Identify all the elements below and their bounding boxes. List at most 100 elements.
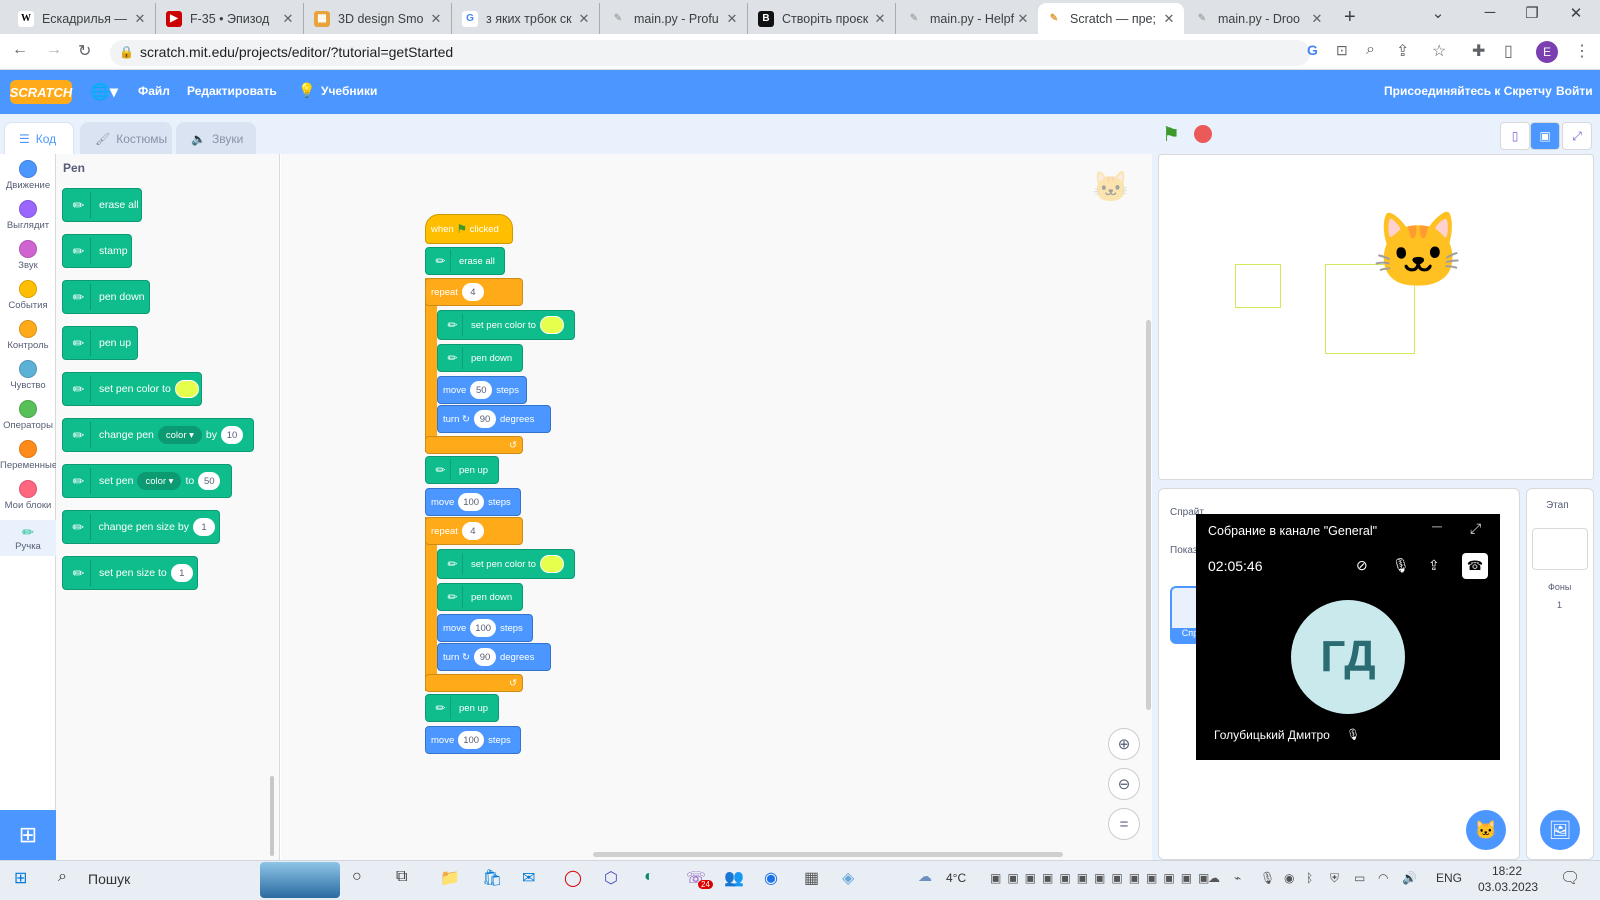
forward-icon[interactable]: →	[46, 41, 62, 59]
zoom-out-button[interactable]: ⊖	[1108, 768, 1140, 800]
scratch-logo[interactable]: SCRATCH	[10, 80, 72, 104]
block-move[interactable]: move 50 steps	[437, 376, 527, 404]
browser-tab[interactable]: ✎ main.py - Profu ✕	[602, 3, 748, 34]
block-change-pen-effect[interactable]: ✏ change pen color ▾ by 10	[62, 418, 254, 452]
value-input[interactable]: 50	[198, 472, 221, 490]
value-input[interactable]: 100	[458, 731, 485, 749]
zoom-in-button[interactable]: ⊕	[1108, 728, 1140, 760]
value-input[interactable]: 50	[470, 381, 493, 399]
color-swatch[interactable]	[539, 555, 564, 573]
hang-up-button[interactable]: ☎	[1462, 553, 1488, 579]
stop-button[interactable]	[1194, 125, 1212, 143]
network-icon[interactable]: ⌁	[1234, 871, 1241, 885]
task-view-icon[interactable]: ⧉	[396, 868, 407, 886]
block-stamp[interactable]: ✏ stamp	[62, 234, 132, 268]
category-events[interactable]: События	[0, 280, 56, 311]
expand-icon[interactable]: ⤢	[1470, 520, 1481, 537]
opera-icon[interactable]: ◯	[564, 868, 582, 888]
temperature[interactable]: 4°C	[946, 871, 966, 885]
close-icon[interactable]: ✕	[1162, 11, 1176, 27]
browser-tab[interactable]: ✎ main.py - Droo ✕	[1186, 3, 1332, 34]
normal-stage-button[interactable]: ▣	[1530, 122, 1560, 150]
block-change-pen-size[interactable]: ✏ change pen size by 1	[62, 510, 220, 544]
close-icon[interactable]: ✕	[577, 11, 591, 27]
color-swatch[interactable]	[539, 316, 564, 334]
share-screen-icon[interactable]: ⇪	[1428, 557, 1440, 574]
close-icon[interactable]: ✕	[429, 11, 443, 27]
tab-search-icon[interactable]: ⌄	[1418, 4, 1458, 22]
volume-icon[interactable]: 🔊	[1402, 871, 1417, 885]
menu-edit[interactable]: Редактировать	[187, 84, 277, 98]
search-icon[interactable]: ⌕	[58, 868, 67, 886]
lock-icon[interactable]: 🔒	[119, 45, 134, 59]
value-input[interactable]: 4	[461, 283, 484, 301]
sign-in-link[interactable]: Войти	[1556, 84, 1593, 98]
block-erase-all[interactable]: ✏ erase all	[62, 188, 142, 222]
tab-code[interactable]: ☰ Код	[4, 122, 74, 154]
stage-thumbnail[interactable]	[1532, 528, 1588, 570]
value-input[interactable]: 1	[170, 564, 193, 582]
notifications-icon[interactable]: 🗨	[1560, 868, 1580, 888]
block-move[interactable]: move 100 steps	[425, 726, 521, 754]
value-input[interactable]: 4	[461, 522, 484, 540]
zoom-icon[interactable]: ⌕	[1366, 41, 1375, 59]
category-looks[interactable]: Выглядит	[0, 200, 56, 231]
category-my-blocks[interactable]: Мои блоки	[0, 480, 56, 511]
block-turn[interactable]: turn ↻ 90 degrees	[437, 643, 551, 671]
block-move[interactable]: move 100 steps	[437, 614, 533, 642]
effect-dropdown[interactable]: color ▾	[157, 426, 202, 444]
share-icon[interactable]: ⇪	[1396, 41, 1409, 61]
value-input[interactable]: 100	[470, 619, 497, 637]
workspace-vscrollbar[interactable]	[1146, 320, 1151, 710]
join-scratch-link[interactable]: Присоединяйтесь к Скретчу	[1384, 84, 1552, 98]
block-pen-down[interactable]: ✏ pen down	[437, 583, 523, 611]
category-sound[interactable]: Звук	[0, 240, 56, 271]
camera-off-icon[interactable]: ⊘	[1356, 557, 1368, 574]
block-set-pen-size[interactable]: ✏ set pen size to 1	[62, 556, 198, 590]
teams-icon[interactable]: 👥	[724, 868, 744, 888]
input-language[interactable]: ENG	[1436, 871, 1462, 885]
small-stage-button[interactable]: ▯	[1500, 122, 1530, 150]
clock-date[interactable]: 03.03.2023	[1478, 880, 1538, 894]
category-variables[interactable]: Переменные	[0, 440, 57, 471]
store-icon[interactable]: 🛍	[482, 868, 502, 888]
add-extension-button[interactable]: ⊞	[0, 810, 56, 860]
battery-icon[interactable]: ▭	[1354, 871, 1365, 885]
cortana-icon[interactable]: ○	[352, 868, 362, 886]
value-input[interactable]: 10	[221, 426, 243, 444]
minimize-icon[interactable]: ─	[1432, 518, 1442, 534]
browser-tab[interactable]: B Створіть проєк ✕	[750, 3, 896, 34]
url-text[interactable]: scratch.mit.edu/projects/editor/?tutoria…	[140, 44, 453, 60]
edge-icon[interactable]: ◐	[644, 868, 654, 886]
block-repeat[interactable]: repeat 4	[425, 278, 523, 306]
block-when-flag-clicked[interactable]: when ⚑ clicked	[425, 214, 513, 244]
block-pen-up[interactable]: ✏ pen up	[425, 456, 499, 484]
category-control[interactable]: Контроль	[0, 320, 56, 351]
value-input[interactable]: 90	[473, 648, 496, 666]
block-pen-down[interactable]: ✏ pen down	[62, 280, 150, 314]
onedrive-icon[interactable]: ☁	[1208, 871, 1220, 885]
globe-icon[interactable]: 🌐▾	[90, 82, 118, 102]
new-tab-button[interactable]: +	[1344, 6, 1356, 29]
record-icon[interactable]: ◉	[1284, 871, 1294, 885]
back-icon[interactable]: ←	[12, 41, 28, 59]
browser-tab[interactable]: Gз яких трбок ск ✕	[454, 3, 600, 34]
calculator-icon[interactable]: ▦	[804, 868, 819, 888]
browser-tab[interactable]: ✎ main.py - Helpf ✕	[898, 3, 1038, 34]
block-pen-down[interactable]: ✏ pen down	[437, 344, 523, 372]
block-set-pen-color[interactable]: ✏ set pen color to	[437, 549, 575, 579]
close-icon[interactable]: ✕	[281, 11, 295, 27]
close-icon[interactable]: ✕	[1310, 11, 1324, 27]
close-icon[interactable]: ✕	[133, 11, 147, 27]
browser-tab[interactable]: ▶ F-35 • Эпизод ✕	[158, 3, 304, 34]
effect-dropdown[interactable]: color ▾	[137, 472, 182, 490]
choose-sprite-button[interactable]: 🐱	[1466, 810, 1506, 850]
block-repeat[interactable]: repeat 4	[425, 517, 523, 545]
tab-sounds[interactable]: 🔈 Звуки	[176, 122, 256, 154]
script-workspace[interactable]	[281, 154, 1152, 860]
zoom-reset-button[interactable]: =	[1108, 808, 1140, 840]
category-sensing[interactable]: Чувство	[0, 360, 56, 391]
block-set-pen-color[interactable]: ✏ set pen color to	[62, 372, 202, 406]
profile-avatar[interactable]: E	[1536, 41, 1558, 63]
taskbar-search-box[interactable]: Пошук	[88, 871, 130, 887]
